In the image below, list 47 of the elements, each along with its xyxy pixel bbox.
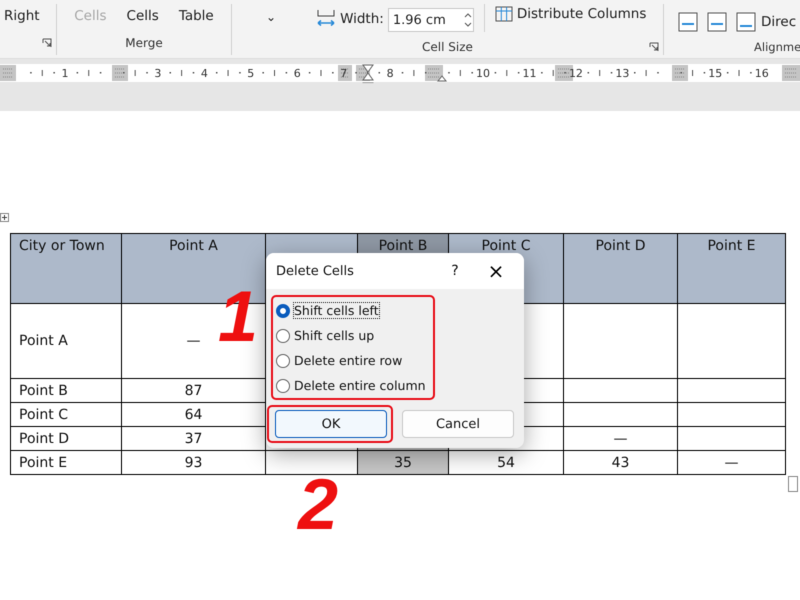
table-cell: —: [564, 426, 678, 450]
ribbon-button[interactable]: Table: [178, 8, 214, 24]
step-number: 2: [298, 469, 338, 541]
table-cell: 64: [122, 402, 266, 426]
ruler: 1 3 4 5 6 7 8 10 11 12 13 15 16: [0, 63, 800, 83]
dialog-title: Delete Cells: [276, 264, 355, 278]
text-direction-button[interactable]: Direc: [761, 14, 796, 30]
dialog-button[interactable]: OK: [275, 410, 387, 438]
table-resize-handle-icon[interactable]: [788, 476, 798, 492]
dialog-launcher-icon[interactable]: [649, 42, 659, 52]
table-move-handle-icon[interactable]: [0, 213, 9, 222]
group-label: Cell Size: [422, 40, 473, 54]
header-cell: Point E: [678, 234, 786, 304]
table-cell: 87: [122, 378, 266, 402]
radio-option[interactable]: Shift cells up: [276, 326, 374, 345]
width-field[interactable]: 1.96 cm: [388, 8, 474, 32]
header-cell: Point D: [564, 234, 678, 304]
table-cell: —: [678, 450, 786, 474]
distribute-columns-icon: [494, 6, 513, 22]
autofit-dropdown[interactable]: ⌄: [266, 10, 276, 24]
distribute-columns-button[interactable]: Distribute Columns: [494, 6, 646, 22]
table-cell: 54: [448, 450, 564, 474]
close-button[interactable]: ×: [468, 258, 524, 284]
ribbon-button[interactable]: Cells: [126, 8, 159, 24]
group-label: Merge: [125, 36, 163, 50]
radio-option[interactable]: Delete entire column: [276, 376, 426, 395]
table-cell: 43: [564, 450, 678, 474]
dialog-launcher-icon[interactable]: [42, 38, 52, 48]
table-cell: 37: [122, 426, 266, 450]
radio-option[interactable]: Shift cells left: [276, 301, 379, 320]
table-cell: 93: [122, 450, 266, 474]
table-cell: Point D: [10, 426, 122, 450]
header-cell: City or Town: [10, 234, 122, 304]
align-icon[interactable]: [678, 12, 698, 32]
table-cell: 35: [358, 450, 448, 474]
table-cell: Point A: [10, 304, 122, 378]
table-cell: Point B: [10, 378, 122, 402]
table-cell: Point E: [10, 450, 122, 474]
width-label: Width:: [340, 11, 384, 27]
dialog-button[interactable]: Cancel: [402, 410, 514, 438]
table-cell: Point C: [10, 402, 122, 426]
column-width-icon: [316, 10, 336, 28]
align-icon[interactable]: [736, 12, 756, 32]
radio-option[interactable]: Delete entire row: [276, 351, 402, 370]
align-icon[interactable]: [707, 12, 727, 32]
ribbon-button[interactable]: Right: [4, 8, 40, 24]
spin-arrows-icon[interactable]: [462, 11, 473, 29]
